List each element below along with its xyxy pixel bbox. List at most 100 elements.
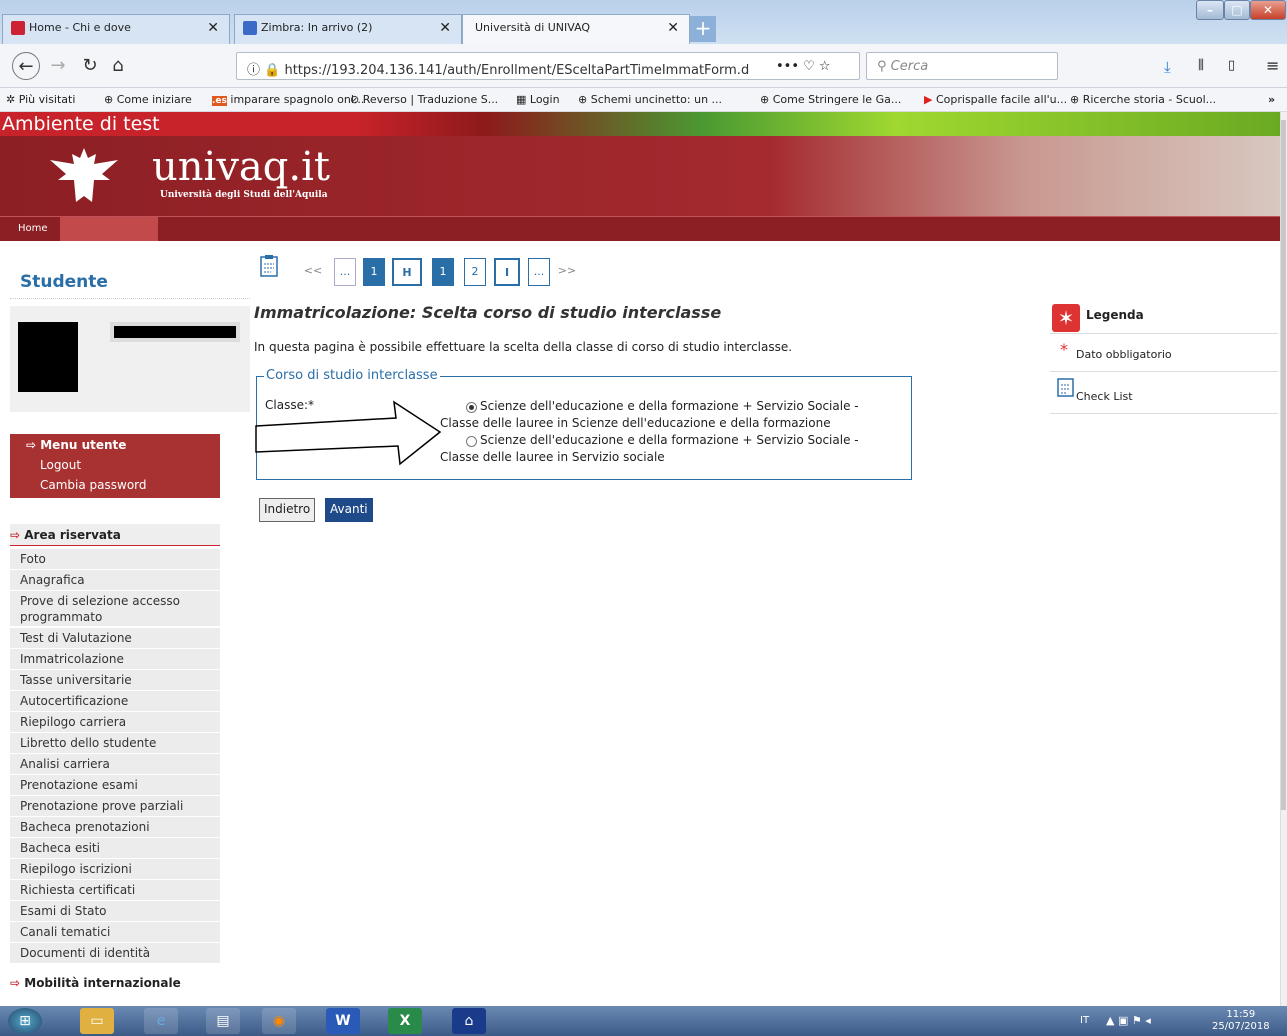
close-icon[interactable]: ✕ [667,20,679,36]
divider [10,298,250,299]
clock[interactable]: 11:59 25/07/2018 [1212,1009,1270,1033]
system-tray-icon[interactable]: ▲ ▣ ⚑ ◂ [1106,1014,1151,1027]
sidebar-item-prove-selezione[interactable]: Prove di selezione accesso programmato [10,591,220,627]
bookmark-item[interactable]: ⊘ Reverso | Traduzione S... [350,93,498,106]
sidebar-item-analisi-carriera[interactable]: Analisi carriera [10,754,220,775]
file-explorer-icon[interactable]: ▭ [80,1008,114,1034]
pager-step-current[interactable]: H [392,258,422,286]
info-icon[interactable]: ⓘ 🔒 [247,63,284,78]
bookmark-item[interactable]: ⊕ Come iniziare [104,93,192,106]
sidebar-item-richiesta-certificati[interactable]: Richiesta certificati [10,880,220,901]
sidebar-item-documenti-identita[interactable]: Documenti di identità [10,943,220,964]
bookmark-item[interactable]: ⊕ Ricerche storia - Scuol... [1070,93,1216,106]
page-actions-icon[interactable]: ••• ♡ ☆ [776,59,831,74]
tab-title: Zimbra: In arrivo (2) [261,21,373,34]
logout-link[interactable]: Logout [40,458,81,472]
scrollbar-thumb[interactable] [1281,120,1286,810]
bookmark-item[interactable]: ⊕ Schemi uncinetto: un ... [578,93,722,106]
new-tab-button[interactable]: + [690,16,716,42]
language-indicator[interactable]: IT [1080,1015,1089,1026]
menu-icon[interactable]: ≡ [1266,56,1279,75]
close-window-button[interactable]: ✕ [1250,0,1286,20]
pager-ellipsis[interactable]: ... [334,258,356,286]
user-menu-heading: ⇨ Menu utente [26,438,127,452]
sidebar-title: Studente [20,272,108,292]
sidebar-item-tasse[interactable]: Tasse universitarie [10,670,220,691]
pager-step[interactable]: I [494,258,520,286]
library-icon[interactable]: ⫼ [1198,58,1204,73]
bookmark-item[interactable]: ▶ Coprispalle facile all'u... [924,93,1067,106]
next-button[interactable]: Avanti [325,498,373,522]
excel-icon[interactable]: X [388,1008,422,1034]
arrow-annotation-icon [255,400,442,466]
bookmark-item[interactable]: ⊕ Come Stringere le Ga... [760,93,901,106]
download-icon[interactable]: ⤓ [1164,58,1171,76]
sidebar-item-canali-tematici[interactable]: Canali tematici [10,922,220,943]
sidebar-item-prenotazione-prove[interactable]: Prenotazione prove parziali [10,796,220,817]
redacted-name [110,322,240,342]
sidebar-item-anagrafica[interactable]: Anagrafica [10,570,220,591]
tab-univaq[interactable]: Università di UNIVAQ ✕ [462,14,690,44]
site-nav-bar: Home [0,216,1280,241]
sidebar-item-esami-stato[interactable]: Esami di Stato [10,901,220,922]
asterisk-icon: * [1060,340,1068,359]
sidebar-item-test-valutazione[interactable]: Test di Valutazione [10,628,220,649]
checklist-icon[interactable] [258,254,282,280]
word-icon[interactable]: W [326,1008,360,1034]
home-icon[interactable]: ⌂ [104,52,132,80]
notepad-icon[interactable]: ▤ [206,1008,240,1034]
sidebar-icon[interactable]: ▯ [1228,58,1235,73]
maximize-button[interactable]: □ [1224,0,1250,20]
close-icon[interactable]: ✕ [207,20,219,36]
university-app-icon[interactable]: ⌂ [452,1008,486,1034]
browser-tab-bar: Home - Chi e dove ✕ Zimbra: In arrivo (2… [0,0,1287,44]
pager-step[interactable]: 1 [432,258,454,286]
option-1-label[interactable]: Scienze dell'educazione e della formazio… [440,398,880,432]
test-banner-text: Ambiente di test [2,113,160,135]
test-environment-banner: Ambiente di test [0,112,1280,136]
site-logo-text[interactable]: univaq.it [152,144,330,190]
sidebar-item-prenotazione-esami[interactable]: Prenotazione esami [10,775,220,796]
pager-step[interactable]: 1 [363,258,385,286]
tab-title: Università di UNIVAQ [475,21,591,34]
pager-ellipsis[interactable]: ... [528,258,550,286]
start-button-icon[interactable]: ⊞ [8,1008,42,1034]
search-input[interactable]: ⚲ Cerca [866,52,1058,80]
sidebar-item-libretto[interactable]: Libretto dello studente [10,733,220,754]
back-icon[interactable]: ← [12,52,40,80]
tab-home[interactable]: Home - Chi e dove ✕ [2,14,230,44]
legend-header: Legenda [1050,296,1278,334]
page-description: In questa pagina è possibile effettuare … [254,340,793,354]
pager-first[interactable]: << [302,258,324,286]
bookmark-item[interactable]: ✲ Più visitati [6,93,75,106]
minimize-button[interactable]: – [1196,0,1224,20]
pager-last[interactable]: >> [556,258,578,286]
sidebar-item-riepilogo-carriera[interactable]: Riepilogo carriera [10,712,220,733]
forward-icon[interactable]: → [44,52,72,80]
media-player-icon[interactable]: ◉ [262,1008,296,1034]
fieldset-legend: Corso di studio interclasse [264,368,440,383]
internet-explorer-icon[interactable]: e [144,1008,178,1034]
back-button[interactable]: Indietro [259,498,316,522]
option-2-label[interactable]: Scienze dell'educazione e della formazio… [440,432,880,466]
url-text: https://193.204.136.141/auth/Enrollment/… [284,63,750,78]
close-icon[interactable]: ✕ [439,20,451,36]
sidebar-item-foto[interactable]: Foto [10,549,220,570]
avatar [18,322,78,392]
change-password-link[interactable]: Cambia password [40,478,147,492]
sidebar-item-bacheca-esiti[interactable]: Bacheca esiti [10,838,220,859]
tab-zimbra[interactable]: Zimbra: In arrivo (2) ✕ [234,14,462,44]
bookmarks-bar: ✲ Più visitati ⊕ Come iniziare .es impar… [0,88,1287,112]
search-placeholder: Cerca [890,59,929,74]
sidebar-item-autocertificazione[interactable]: Autocertificazione [10,691,220,712]
overflow-icon[interactable]: » [1268,93,1275,106]
reload-icon[interactable]: ↻ [76,52,104,80]
sidebar-item-immatricolazione[interactable]: Immatricolazione [10,649,220,670]
url-bar[interactable]: ⓘ 🔒 https://193.204.136.141/auth/Enrollm… [236,52,860,80]
bookmark-item[interactable]: .es imparare spagnolo onl... [212,93,364,106]
pager-step[interactable]: 2 [464,258,486,286]
bookmark-item[interactable]: ▦ Login [516,93,560,106]
home-link[interactable]: Home [18,223,48,234]
sidebar-item-riepilogo-iscrizioni[interactable]: Riepilogo iscrizioni [10,859,220,880]
sidebar-item-bacheca-prenotazioni[interactable]: Bacheca prenotazioni [10,817,220,838]
